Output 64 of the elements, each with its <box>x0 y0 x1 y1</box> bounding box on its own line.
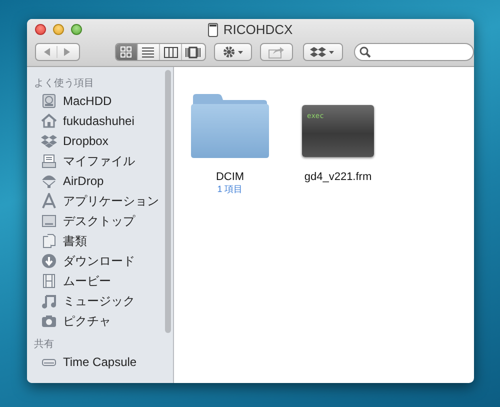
scrollbar[interactable] <box>165 70 171 333</box>
download-icon <box>41 253 57 269</box>
sidebar-item[interactable]: Dropbox <box>27 131 173 151</box>
window-title: RICOHDCX <box>223 22 293 37</box>
action-menu-button[interactable] <box>214 43 252 61</box>
sidebar-item[interactable]: Time Capsule <box>27 352 173 372</box>
sidebar-item-label: AirDrop <box>63 174 104 188</box>
sidebar-item-label: Time Capsule <box>63 355 137 369</box>
section-heading: よく使う項目 <box>33 77 95 91</box>
sidebar-item-label: ミュージック <box>63 292 135 310</box>
sidebar-item-label: ダウンロード <box>63 252 135 270</box>
grid-icon <box>118 44 134 60</box>
sidebar-item-label: アプリケーション <box>63 192 159 210</box>
device-icon <box>208 22 218 36</box>
sidebar-item-label: MacHDD <box>63 94 112 108</box>
close-button[interactable] <box>35 24 46 35</box>
sidebar-item[interactable]: MacHDD <box>27 91 173 111</box>
item-count: 1 項目 <box>217 183 243 196</box>
parachute-icon <box>41 173 57 189</box>
zoom-button[interactable] <box>71 24 82 35</box>
back-forward-buttons[interactable] <box>35 43 80 61</box>
documents-icon <box>41 233 57 249</box>
apps-a-icon <box>41 193 57 209</box>
house-icon <box>41 113 57 129</box>
dropbox-icon <box>41 133 57 149</box>
sidebar-item[interactable]: AirDrop <box>27 171 173 191</box>
film-icon <box>41 273 57 289</box>
sidebar-item[interactable]: ムービー <box>27 271 173 291</box>
dropbox-icon <box>310 45 336 59</box>
sidebar-item[interactable]: ミュージック <box>27 291 173 311</box>
sidebar-item-label: マイファイル <box>63 152 135 170</box>
music-note-icon <box>41 293 57 309</box>
sidebar-item[interactable]: デスクトップ <box>27 211 173 231</box>
search-icon <box>358 46 371 58</box>
sidebar-item-label: ムービー <box>63 272 111 290</box>
sidebar-item[interactable]: アプリケーション <box>27 191 173 211</box>
sidebar-item-label: fukudashuhei <box>63 114 134 128</box>
sidebar-item[interactable]: マイファイル <box>27 151 173 171</box>
sidebar-item[interactable]: ピクチャ <box>27 311 173 331</box>
sidebar-item[interactable]: ダウンロード <box>27 251 173 271</box>
share-button[interactable] <box>260 43 293 61</box>
file-tray-icon <box>41 153 57 169</box>
share-icon <box>267 45 286 59</box>
sidebar-item[interactable]: fukudashuhei <box>27 111 173 131</box>
section-heading: 共有 <box>33 338 55 352</box>
folder-icon[interactable] <box>190 93 270 159</box>
sidebar-item[interactable]: 書類 <box>27 231 173 251</box>
hard-drive-icon <box>41 93 57 109</box>
file-name[interactable]: DCIM <box>216 171 244 183</box>
view-mode-button[interactable] <box>116 44 138 60</box>
camera-icon <box>41 313 57 329</box>
view-mode-control[interactable] <box>114 43 206 61</box>
dropbox-menu-button[interactable] <box>302 43 343 61</box>
desktop-icon <box>41 213 57 229</box>
minimize-button[interactable] <box>53 24 64 35</box>
sidebar-item-label: Dropbox <box>63 134 108 148</box>
file-name[interactable]: gd4_v221.frm <box>304 171 372 183</box>
columns-icon <box>162 44 179 60</box>
search-field[interactable] <box>354 43 474 61</box>
sidebar-item-label: 書類 <box>63 232 87 250</box>
sidebar-item-label: ピクチャ <box>63 312 111 330</box>
cover-flow-icon <box>185 44 202 60</box>
gear-icon <box>220 45 245 59</box>
sidebar-item-label: デスクトップ <box>63 212 135 230</box>
